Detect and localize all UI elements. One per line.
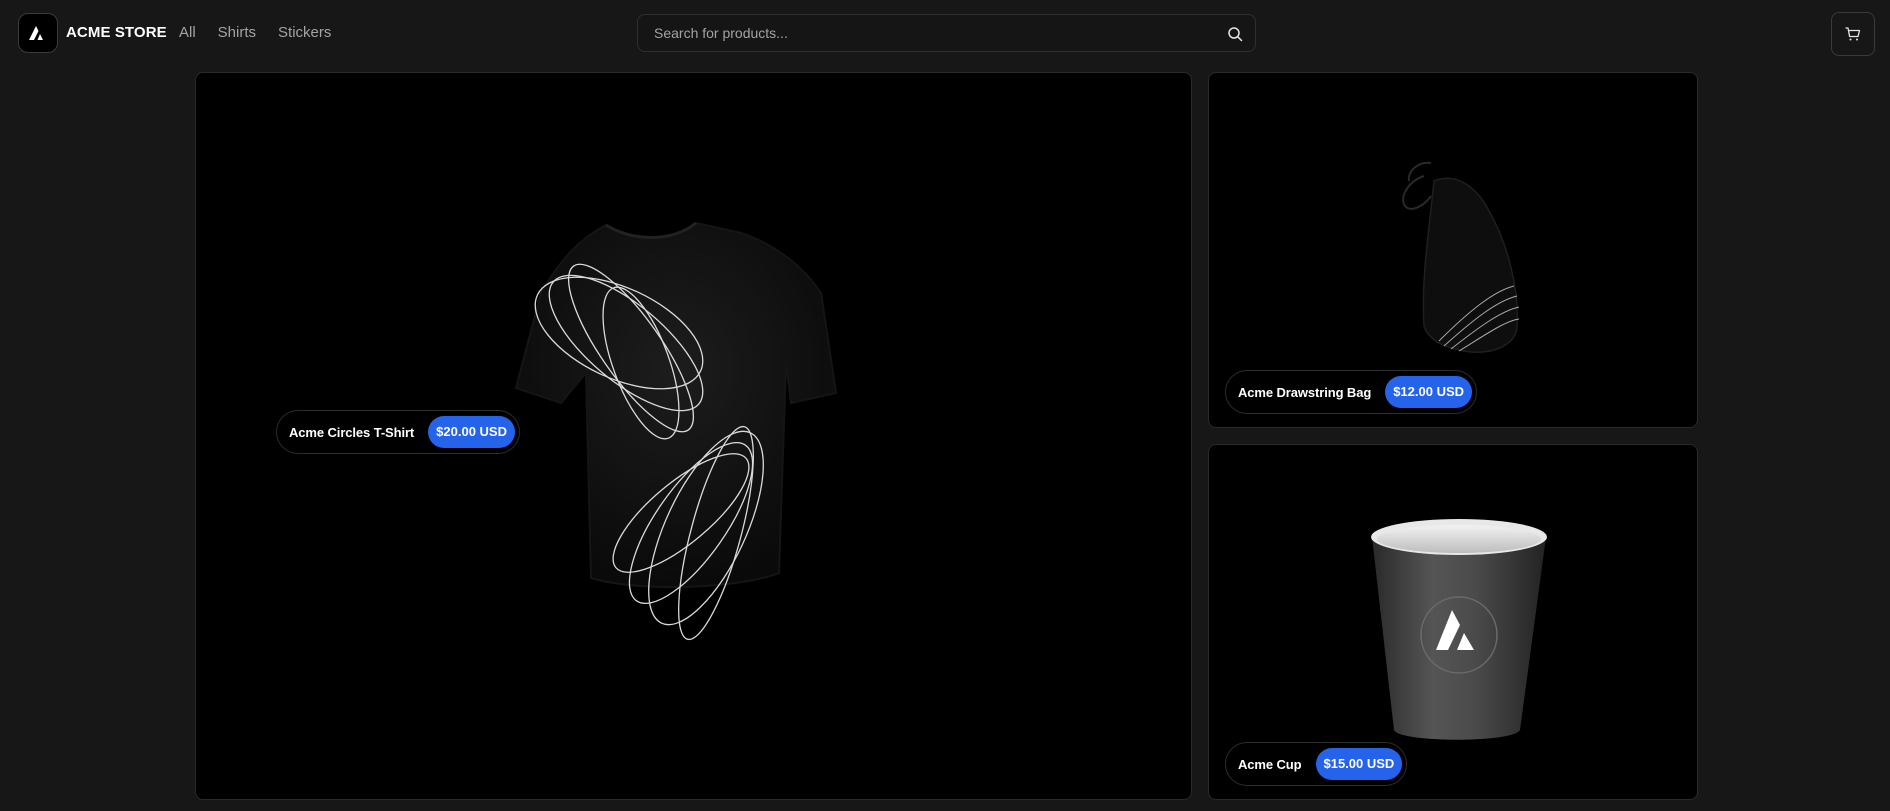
main-nav: All Shirts Stickers	[179, 23, 353, 43]
product-tile-bag[interactable]: Acme Drawstring Bag $12.00 USD	[1208, 72, 1698, 428]
product-title: Acme Circles T-Shirt	[289, 424, 415, 440]
product-tile-tshirt[interactable]: Acme Circles T-Shirt $20.00 USD	[195, 72, 1192, 800]
acme-logo-icon	[29, 26, 43, 40]
product-label[interactable]: Acme Drawstring Bag $12.00 USD	[1225, 370, 1478, 414]
search-bar	[637, 14, 1256, 52]
product-title: Acme Drawstring Bag	[1238, 384, 1372, 400]
cart-button[interactable]	[1831, 12, 1875, 56]
price-badge: $12.00 USD	[1385, 376, 1473, 408]
search-icon[interactable]	[1227, 26, 1243, 42]
cup-image	[1371, 519, 1547, 740]
nav-link-shirts[interactable]: Shirts	[218, 23, 256, 43]
product-title: Acme Cup	[1238, 756, 1302, 772]
store-logo[interactable]	[18, 13, 58, 53]
price-badge: $20.00 USD	[428, 416, 515, 448]
nav-link-all[interactable]: All	[179, 23, 196, 43]
product-tile-cup[interactable]: Acme Cup $15.00 USD	[1208, 444, 1698, 800]
product-label[interactable]: Acme Circles T-Shirt $20.00 USD	[276, 410, 520, 454]
search-input[interactable]	[638, 15, 1255, 51]
brand-name[interactable]: ACME STORE	[66, 23, 167, 43]
nav-link-stickers[interactable]: Stickers	[278, 23, 331, 43]
price-badge: $15.00 USD	[1315, 748, 1403, 780]
product-label[interactable]: Acme Cup $15.00 USD	[1225, 742, 1408, 786]
site-header: ACME STORE All Shirts Stickers	[0, 0, 1890, 66]
drawstring-bag-image	[1402, 161, 1520, 353]
cart-icon	[1845, 27, 1861, 41]
